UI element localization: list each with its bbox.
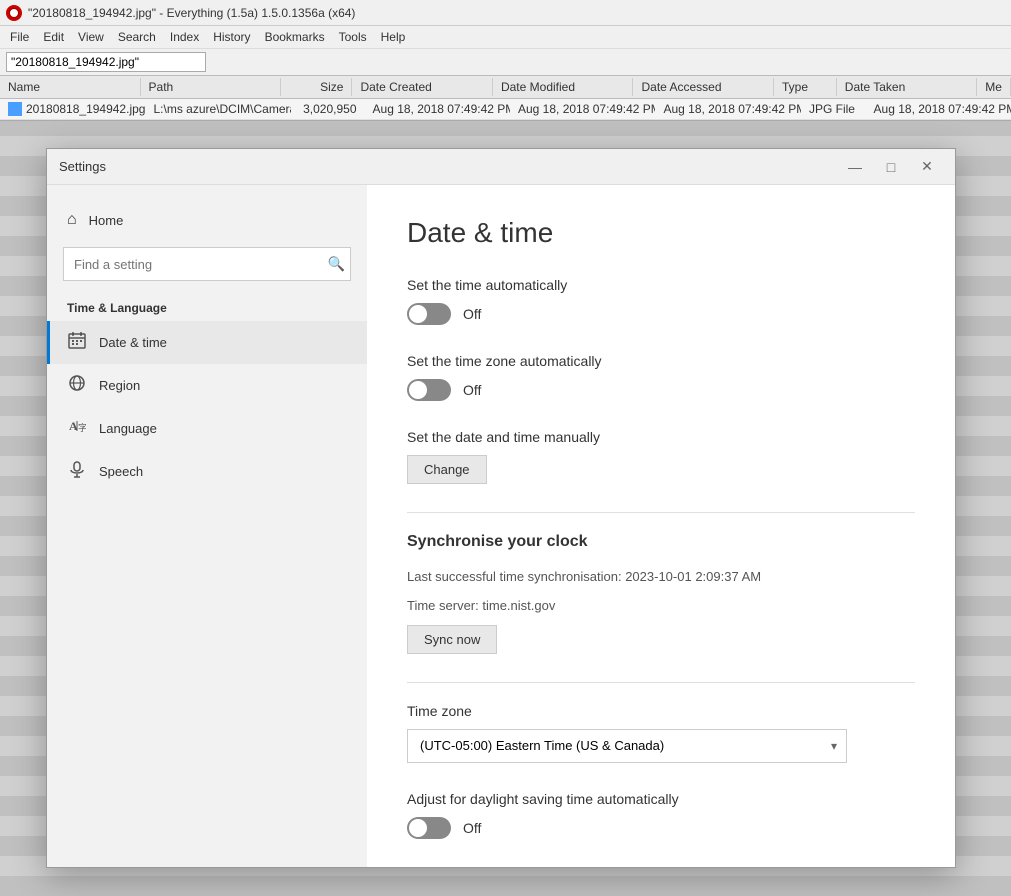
settings-body: ⌂ Home 🔍 Time & Language — [47, 185, 955, 867]
menu-index[interactable]: Index — [164, 28, 205, 46]
divider-1 — [407, 512, 915, 513]
sidebar-item-language[interactable]: A 字 Language — [47, 407, 367, 450]
everything-titlebar: "20180818_194942.jpg" - Everything (1.5a… — [0, 0, 1011, 26]
everything-toolbar — [0, 48, 1011, 75]
svg-text:字: 字 — [78, 422, 86, 433]
titlebar-controls: — □ ✕ — [839, 155, 943, 179]
daylight-value: Off — [463, 820, 481, 836]
row-cell-date-accessed: Aug 18, 2018 07:49:42 PM — [655, 100, 800, 118]
menu-file[interactable]: File — [4, 28, 35, 46]
timezone-group: Time zone (UTC-05:00) Eastern Time (US &… — [407, 703, 915, 763]
sync-section-label: Synchronise your clock — [407, 533, 915, 551]
search-icon[interactable]: 🔍 — [328, 256, 345, 273]
page-title: Date & time — [407, 217, 915, 249]
settings-main: Date & time Set the time automatically O… — [367, 185, 955, 867]
settings-search-box: 🔍 — [63, 247, 351, 281]
row-cell-type: JPG File — [801, 100, 866, 118]
change-button[interactable]: Change — [407, 455, 487, 484]
file-icon — [8, 102, 22, 116]
daylight-group: Adjust for daylight saving time automati… — [407, 791, 915, 839]
row-cell-path: L:\ms azure\DCIM\Camera — [145, 100, 290, 118]
sidebar-home-label: Home — [89, 213, 124, 228]
set-timezone-auto-value: Off — [463, 382, 481, 398]
set-time-auto-toggle[interactable] — [407, 303, 451, 325]
everything-menubar: File Edit View Search Index History Book… — [0, 26, 1011, 48]
everything-search-input[interactable] — [6, 52, 206, 72]
sync-now-button[interactable]: Sync now — [407, 625, 497, 654]
set-timezone-auto-label: Set the time zone automatically — [407, 353, 915, 369]
sidebar-item-speech[interactable]: Speech — [47, 450, 367, 493]
home-icon: ⌂ — [67, 211, 77, 229]
daylight-toggle[interactable] — [407, 817, 451, 839]
col-path: Path — [141, 78, 282, 96]
timezone-dropdown[interactable]: (UTC-05:00) Eastern Time (US & Canada) (… — [407, 729, 847, 763]
menu-help[interactable]: Help — [375, 28, 412, 46]
menu-history[interactable]: History — [207, 28, 256, 46]
settings-window: Settings — □ ✕ ⌂ Home 🔍 Time & Language — [46, 148, 956, 868]
col-name: Name — [0, 78, 141, 96]
region-icon — [67, 374, 87, 397]
set-timezone-auto-group: Set the time zone automatically Off — [407, 353, 915, 401]
sidebar-item-label-date-time: Date & time — [99, 335, 167, 350]
daylight-toggle-row: Off — [407, 817, 915, 839]
sidebar-item-label-region: Region — [99, 378, 140, 393]
col-date-created: Date Created — [352, 78, 493, 96]
row-cell-date-taken: Aug 18, 2018 07:49:42 PM — [866, 100, 1011, 118]
table-row[interactable]: 20180818_194942.jpg L:\ms azure\DCIM\Cam… — [0, 99, 1011, 120]
col-date-modified: Date Modified — [493, 78, 634, 96]
settings-search-input[interactable] — [63, 247, 351, 281]
sidebar-home-item[interactable]: ⌂ Home — [47, 201, 367, 239]
col-type: Type — [774, 78, 837, 96]
row-cell-name: 20180818_194942.jpg — [0, 100, 145, 118]
everything-app: "20180818_194942.jpg" - Everything (1.5a… — [0, 0, 1011, 121]
everything-title: "20180818_194942.jpg" - Everything (1.5a… — [28, 6, 355, 20]
close-button[interactable]: ✕ — [911, 155, 943, 179]
col-date-taken: Date Taken — [837, 78, 978, 96]
menu-bookmarks[interactable]: Bookmarks — [259, 28, 331, 46]
menu-view[interactable]: View — [72, 28, 110, 46]
row-cell-size: 3,020,950 — [291, 100, 365, 118]
row-cell-date-modified: Aug 18, 2018 07:49:42 PM — [510, 100, 655, 118]
settings-sidebar: ⌂ Home 🔍 Time & Language — [47, 185, 367, 867]
timezone-label: Time zone — [407, 703, 915, 719]
language-icon: A 字 — [67, 417, 87, 440]
menu-search[interactable]: Search — [112, 28, 162, 46]
menu-tools[interactable]: Tools — [333, 28, 373, 46]
set-timezone-auto-toggle-row: Off — [407, 379, 915, 401]
set-time-auto-toggle-row: Off — [407, 303, 915, 325]
set-manual-label: Set the date and time manually — [407, 429, 915, 445]
set-time-auto-value: Off — [463, 306, 481, 322]
sync-last-success: Last successful time synchronisation: 20… — [407, 567, 915, 588]
col-date-accessed: Date Accessed — [633, 78, 774, 96]
maximize-button[interactable]: □ — [875, 155, 907, 179]
set-timezone-auto-toggle[interactable] — [407, 379, 451, 401]
set-time-auto-group: Set the time automatically Off — [407, 277, 915, 325]
sidebar-item-date-time[interactable]: Date & time — [47, 321, 367, 364]
speech-icon — [67, 460, 87, 483]
row-cell-date-created: Aug 18, 2018 07:49:42 PM — [365, 100, 510, 118]
timezone-dropdown-wrapper: (UTC-05:00) Eastern Time (US & Canada) (… — [407, 729, 847, 763]
sidebar-item-region[interactable]: Region — [47, 364, 367, 407]
divider-2 — [407, 682, 915, 683]
everything-columns-header: Name Path Size Date Created Date Modifie… — [0, 75, 1011, 99]
sidebar-item-label-speech: Speech — [99, 464, 143, 479]
menu-edit[interactable]: Edit — [37, 28, 70, 46]
settings-titlebar: Settings — □ ✕ — [47, 149, 955, 185]
col-extra: Me — [977, 78, 1011, 96]
settings-window-title: Settings — [59, 159, 106, 174]
sidebar-section-label: Time & Language — [47, 289, 367, 321]
everything-app-icon — [6, 5, 22, 21]
sync-server: Time server: time.nist.gov — [407, 596, 915, 617]
minimize-button[interactable]: — — [839, 155, 871, 179]
datetime-icon — [67, 331, 87, 354]
set-time-auto-label: Set the time automatically — [407, 277, 915, 293]
sidebar-item-label-language: Language — [99, 421, 157, 436]
sync-clock-group: Synchronise your clock Last successful t… — [407, 533, 915, 654]
set-manual-group: Set the date and time manually Change — [407, 429, 915, 484]
col-size: Size — [281, 78, 352, 96]
daylight-label: Adjust for daylight saving time automati… — [407, 791, 915, 807]
